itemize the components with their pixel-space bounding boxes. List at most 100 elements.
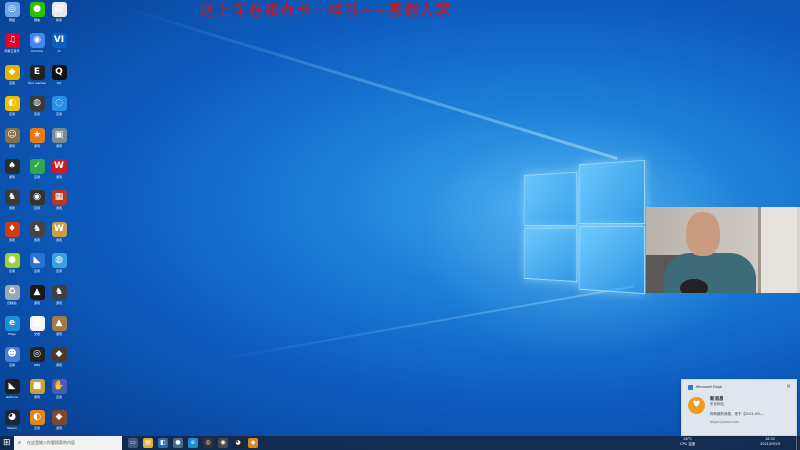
desktop-icon-label: 应用: [55, 112, 62, 117]
desktop-icon-label: 应用: [33, 112, 40, 117]
desktop-icon-label: Chrome: [31, 49, 43, 54]
game-knight3-icon[interactable]: ♞ 游戏: [47, 284, 71, 315]
desktop-icon-label: 应用: [55, 394, 62, 399]
desktop-icon-label: 游戏: [55, 300, 62, 305]
desktop-icon-label: 回收站: [7, 300, 17, 305]
app2-taskbar-icon[interactable]: ◉: [218, 438, 228, 448]
check-green-icon[interactable]: ✓ 应用: [25, 159, 49, 189]
desktop-icon-label: 游戏: [8, 206, 15, 211]
desktop-icon-label: VI: [57, 49, 61, 54]
task-view-icon[interactable]: ▭: [128, 438, 138, 448]
stream-banner-text: 送上车卷和办卡一样哦~~感谢大家: [200, 1, 452, 19]
app-yellow-icon[interactable]: ◆ 应用: [0, 64, 24, 95]
search-input[interactable]: ⌕ 在这里输入你要搜索的内容: [14, 436, 122, 450]
obs-icon[interactable]: ◎ OBS: [25, 347, 49, 377]
document-icon[interactable]: ▤ 文档: [25, 316, 49, 346]
store-icon[interactable]: ◧: [158, 438, 168, 448]
game-yellow-icon[interactable]: ■ 游戏: [25, 378, 49, 409]
desktop-icon-label: 游戏: [33, 300, 40, 305]
desktop-icon-label: 游戏: [55, 175, 62, 179]
game-red-icon[interactable]: ▦ 游戏: [47, 190, 71, 220]
tray-temperature-label: CPU 温度: [680, 442, 696, 446]
app-round-icon[interactable]: ◉ 应用: [25, 190, 49, 220]
notification-app-name: Microsoft Edge: [696, 385, 722, 389]
file-icon[interactable]: ▤ 新建: [47, 2, 71, 32]
notification-avatar-icon: ♥: [688, 397, 705, 414]
desktop-icon-label: 游戏: [8, 237, 15, 242]
recycle-bin-icon[interactable]: ♻ 回收站: [0, 284, 24, 315]
network-icon[interactable]: ◎ 网络: [0, 2, 24, 32]
wechat-icon[interactable]: ● 微信: [25, 2, 49, 32]
desktop-icon-label: 文档: [33, 332, 40, 336]
desktop-icon-label: 游戏: [8, 175, 15, 179]
tray-weather[interactable]: 28°C CPU 温度: [680, 437, 695, 447]
chrome-icon[interactable]: ◉ Chrome: [25, 33, 49, 63]
notification-body: 你有新的消息，来于【2021-09-...: [710, 412, 765, 416]
desktop-icon-label: 网易云音乐: [4, 49, 20, 54]
app-lemon-icon[interactable]: ● 应用: [0, 253, 24, 283]
edge-taskbar-icon[interactable]: e: [188, 438, 198, 448]
edge-icon[interactable]: e Edge: [0, 316, 24, 346]
netease-music-icon[interactable]: ♫ 网易云音乐: [0, 33, 24, 63]
desktop-icon-label: 游戏: [55, 237, 62, 242]
game-orange-icon[interactable]: ★ 游戏: [25, 127, 49, 158]
game-landscape-icon[interactable]: ▲ 游戏: [47, 316, 71, 346]
game-gray-icon[interactable]: ▣ 游戏: [47, 127, 71, 158]
game-dark-icon[interactable]: ◆ 游戏: [47, 347, 71, 377]
app3-taskbar-icon[interactable]: ◆: [248, 438, 258, 448]
desktop-icon-label: 游戏: [55, 143, 62, 148]
clock-date: 2021/09/19: [760, 442, 781, 446]
app-hand-icon[interactable]: ✋ 应用: [47, 378, 71, 409]
app-dark-icon[interactable]: ◍ 应用: [25, 96, 49, 126]
desktop-icon-label: QQ: [56, 80, 62, 85]
desktop-icon-label: 应用: [8, 363, 15, 368]
desktop-icon-label: 应用: [8, 80, 15, 85]
game-w-icon[interactable]: W 游戏: [47, 221, 71, 252]
game-red-w-icon[interactable]: W 游戏: [47, 159, 71, 189]
game-avatar-icon[interactable]: ☺ 游戏: [0, 127, 24, 158]
nvidia-icon[interactable]: ◣ GeForce: [0, 378, 24, 409]
notification-url: edge://www.com: [710, 420, 740, 424]
show-desktop-button[interactable]: [796, 436, 800, 450]
desktop-icon-label: 应用: [8, 269, 15, 274]
notification-subtitle: 来自网站: [710, 402, 724, 406]
app-blue-icon[interactable]: ◌ 应用: [47, 96, 71, 126]
app-taskbar-icon[interactable]: ●: [173, 438, 183, 448]
notification-toast[interactable]: Microsoft Edge × ♥ 新消息 来自网站 你有新的消息，来于【20…: [681, 379, 797, 436]
search-icon: ⌕: [18, 439, 22, 446]
desktop-icon-label: 应用: [33, 426, 40, 431]
desktop-icon-label: 应用: [33, 206, 40, 211]
tray-clock[interactable]: 18:32 2021/09/19: [760, 437, 780, 447]
steam-taskbar-icon[interactable]: ◕: [233, 438, 243, 448]
epic-games-icon[interactable]: E Epic Games: [25, 64, 49, 95]
search-placeholder: 在这里输入你要搜索的内容: [27, 440, 75, 445]
desktop-icon-label: 应用: [8, 112, 15, 117]
taskbar: ⊞ ⌕ 在这里输入你要搜索的内容 ▭ ▤ ◧ ● e ◎ ◉ ◕ ◆ 28°C CPU 温度 1…: [0, 436, 800, 450]
desktop-icon-label: 应用: [33, 175, 40, 179]
game-black-icon[interactable]: ▲ 游戏: [25, 284, 49, 315]
game-fire-icon[interactable]: ♦ 游戏: [0, 221, 24, 252]
obs-taskbar-icon[interactable]: ◎: [203, 438, 213, 448]
game-knight2-icon[interactable]: ♞ 游戏: [25, 221, 49, 252]
desktop-icon-label: 应用: [33, 269, 40, 274]
desktop-icon-label: Edge: [8, 332, 16, 336]
close-icon[interactable]: ×: [786, 383, 791, 390]
qq-icon[interactable]: Q QQ: [47, 64, 71, 95]
game-knight-icon[interactable]: ♞ 游戏: [0, 190, 24, 220]
desktop-icon-label: 游戏: [55, 363, 62, 368]
app-people-icon[interactable]: ☻ 应用: [0, 347, 24, 377]
edge-icon: [688, 385, 693, 390]
app-yellow2-icon[interactable]: ◐ 应用: [0, 96, 24, 126]
game-hat-icon[interactable]: ♠ 游戏: [0, 159, 24, 189]
desktop-icon-label: 新建: [55, 18, 62, 22]
text-vi-icon[interactable]: VI VI: [47, 33, 71, 63]
desktop-icon-label: 微信: [33, 18, 40, 22]
app-blue-bird-icon[interactable]: ◣ 应用: [25, 253, 49, 283]
desktop-icon-label: Steam: [7, 426, 17, 431]
windows-logo: [523, 159, 645, 295]
file-explorer-icon[interactable]: ▤: [143, 438, 153, 448]
desktop-icon-label: OBS: [33, 363, 41, 368]
desktop-icon-label: 游戏: [8, 143, 15, 148]
start-button[interactable]: ⊞: [3, 438, 13, 448]
app-globe-icon[interactable]: ◍ 应用: [47, 253, 71, 283]
